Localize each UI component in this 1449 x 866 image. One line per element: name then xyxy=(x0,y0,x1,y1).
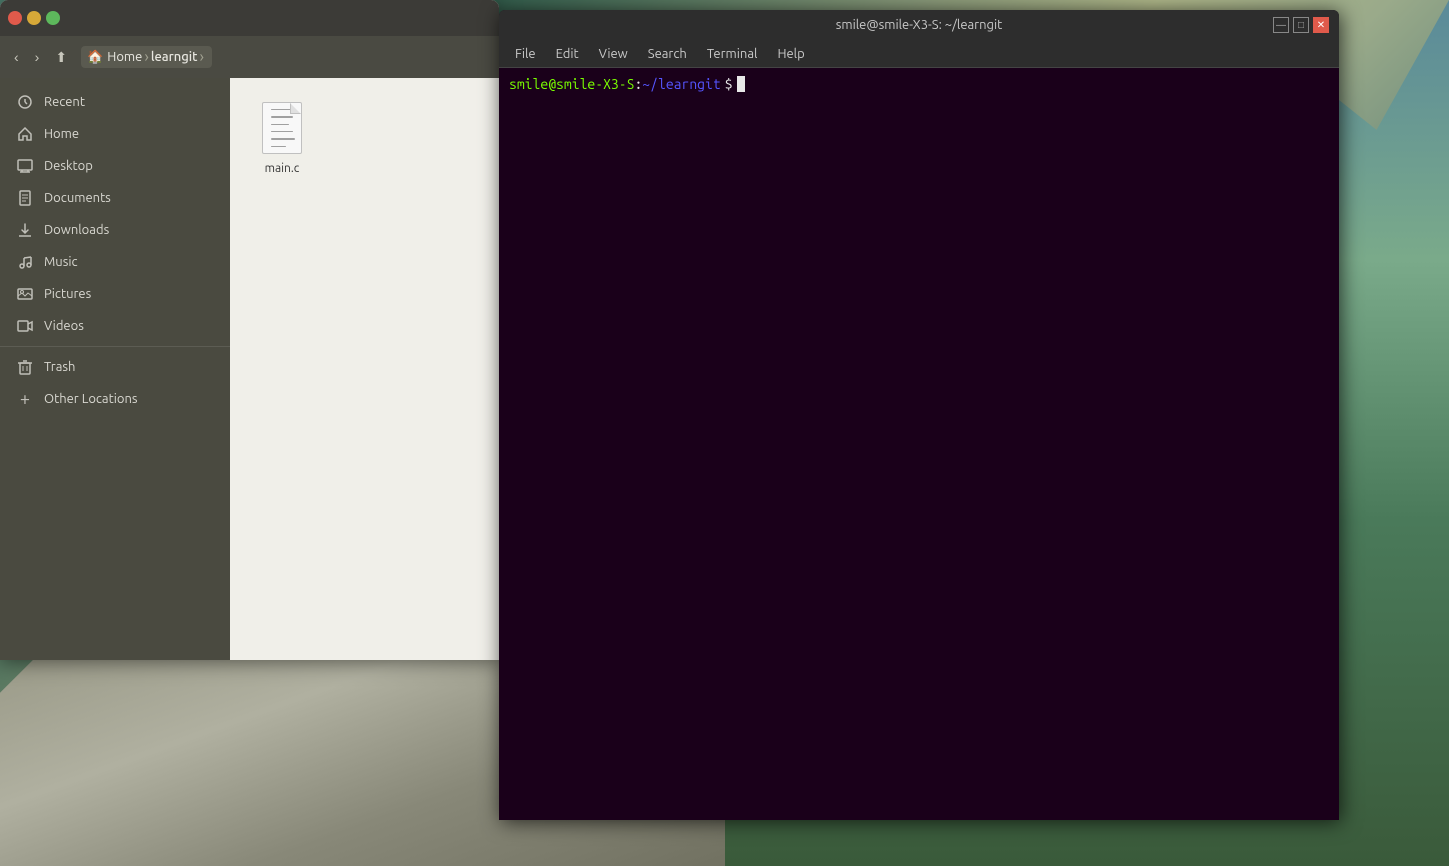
terminal-window: smile@smile-X3-S: ~/learngit — □ ✕ File … xyxy=(499,10,1339,820)
terminal-dollar: $ xyxy=(725,76,733,92)
fm-parent-button[interactable]: ⬆ xyxy=(49,45,73,70)
file-item-main-c[interactable]: main.c xyxy=(242,90,322,183)
terminal-at-symbol: @ xyxy=(548,76,556,92)
sidebar-label-music: Music xyxy=(44,255,78,269)
terminal-cursor xyxy=(737,76,745,92)
terminal-colon: : xyxy=(634,76,642,92)
terminal-maximize-button[interactable]: □ xyxy=(1293,17,1309,33)
sidebar-label-videos: Videos xyxy=(44,319,84,333)
sidebar-label-documents: Documents xyxy=(44,191,111,205)
menu-file[interactable]: File xyxy=(507,45,544,63)
terminal-prompt-line: smile @ smile-X3-S : ~/learngit $ xyxy=(509,76,1329,92)
sidebar-divider xyxy=(0,346,230,347)
breadcrumb-home-label: Home xyxy=(107,50,142,64)
terminal-hostname: smile-X3-S xyxy=(556,76,634,92)
sidebar-label-pictures: Pictures xyxy=(44,287,91,301)
terminal-titlebar: smile@smile-X3-S: ~/learngit — □ ✕ xyxy=(499,10,1339,40)
sidebar-item-music[interactable]: Music xyxy=(0,246,230,278)
terminal-close-button[interactable]: ✕ xyxy=(1313,17,1329,33)
sidebar-item-other-locations[interactable]: + Other Locations xyxy=(0,383,230,415)
forward-icon: › xyxy=(35,49,40,65)
sidebar-label-desktop: Desktop xyxy=(44,159,93,173)
sidebar-item-recent[interactable]: Recent xyxy=(0,86,230,118)
fm-close-button[interactable] xyxy=(8,11,22,25)
sidebar-item-home[interactable]: Home xyxy=(0,118,230,150)
terminal-path: ~/learngit xyxy=(642,76,720,92)
trash-icon xyxy=(16,358,34,376)
sidebar-label-trash: Trash xyxy=(44,360,75,374)
breadcrumb: 🏠 Home › learngit › xyxy=(81,46,212,68)
sidebar-item-downloads[interactable]: Downloads xyxy=(0,214,230,246)
fm-window-controls xyxy=(8,11,60,25)
minimize-icon: — xyxy=(1276,20,1286,31)
fm-minimize-button[interactable] xyxy=(27,11,41,25)
fm-header: ‹ › ⬆ 🏠 Home › learngit › xyxy=(0,36,499,78)
file-manager-window: ‹ › ⬆ 🏠 Home › learngit › xyxy=(0,0,499,660)
desktop-icon xyxy=(16,157,34,175)
pictures-icon xyxy=(16,285,34,303)
breadcrumb-home-item[interactable]: 🏠 Home xyxy=(87,50,142,65)
home-breadcrumb-icon: 🏠 xyxy=(87,50,103,65)
fm-maximize-button[interactable] xyxy=(46,11,60,25)
breadcrumb-current-label: learngit xyxy=(151,50,198,64)
fm-back-button[interactable]: ‹ xyxy=(8,45,25,69)
file-name-main-c: main.c xyxy=(265,162,300,175)
sidebar-label-home: Home xyxy=(44,127,79,141)
downloads-icon xyxy=(16,221,34,239)
menu-view[interactable]: View xyxy=(591,45,636,63)
fm-titlebar xyxy=(0,0,499,36)
fm-sidebar: Recent Home xyxy=(0,78,230,660)
close-icon: ✕ xyxy=(1317,20,1325,31)
home-icon xyxy=(16,125,34,143)
sidebar-label-downloads: Downloads xyxy=(44,223,109,237)
terminal-minimize-button[interactable]: — xyxy=(1273,17,1289,33)
sidebar-label-recent: Recent xyxy=(44,95,85,109)
videos-icon xyxy=(16,317,34,335)
sidebar-item-videos[interactable]: Videos xyxy=(0,310,230,342)
terminal-title: smile@smile-X3-S: ~/learngit xyxy=(836,18,1003,32)
sidebar-item-pictures[interactable]: Pictures xyxy=(0,278,230,310)
sidebar-item-trash[interactable]: Trash xyxy=(0,351,230,383)
menu-search[interactable]: Search xyxy=(640,45,695,63)
fm-content-area[interactable]: main.c xyxy=(230,78,499,660)
fm-forward-button[interactable]: › xyxy=(29,45,46,69)
terminal-window-controls: — □ ✕ xyxy=(1273,17,1329,33)
terminal-menubar: File Edit View Search Terminal Help xyxy=(499,40,1339,68)
recent-icon xyxy=(16,93,34,111)
up-icon: ⬆ xyxy=(55,49,67,66)
sidebar-label-other-locations: Other Locations xyxy=(44,392,138,406)
breadcrumb-end-sep: › xyxy=(199,48,204,66)
menu-help[interactable]: Help xyxy=(769,45,812,63)
terminal-username: smile xyxy=(509,76,548,92)
back-icon: ‹ xyxy=(14,49,19,65)
maximize-icon: □ xyxy=(1298,20,1304,31)
menu-terminal[interactable]: Terminal xyxy=(699,45,766,63)
breadcrumb-separator: › xyxy=(144,48,149,66)
music-icon xyxy=(16,253,34,271)
add-location-icon: + xyxy=(16,390,34,408)
menu-edit[interactable]: Edit xyxy=(548,45,587,63)
fm-body: Recent Home xyxy=(0,78,499,660)
file-icon-main-c xyxy=(258,98,306,158)
sidebar-item-documents[interactable]: Documents xyxy=(0,182,230,214)
documents-icon xyxy=(16,189,34,207)
terminal-body[interactable]: smile @ smile-X3-S : ~/learngit $ xyxy=(499,68,1339,820)
sidebar-item-desktop[interactable]: Desktop xyxy=(0,150,230,182)
